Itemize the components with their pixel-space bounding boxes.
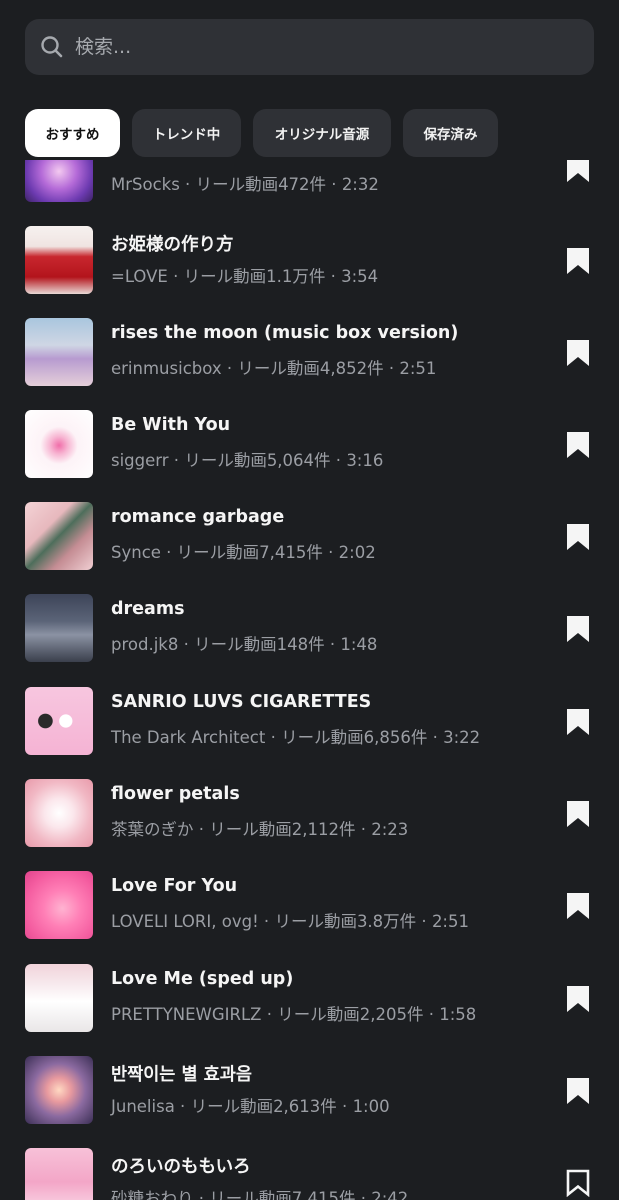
list-item[interactable]: SANRIO LUVS CIGARETTES The Dark Architec… [0,687,619,755]
album-art [25,502,93,570]
track-meta: =LOVE · リール動画1.1万件 · 3:54 [111,267,379,286]
track-title: rises the moon (music box version) [111,323,459,343]
track-title: 반짝이는 별 효과음 [111,1065,252,1085]
album-art [25,318,93,386]
track-title: SANRIO LUVS CIGARETTES [111,692,372,712]
track-meta: erinmusicbox · リール動画4,852件 · 2:51 [111,359,437,378]
album-art [25,779,93,847]
track-title: romance garbage [111,507,285,527]
search-icon [39,34,65,60]
album-art [25,1056,93,1124]
list-item[interactable]: 반짝이는 별 효과음 Junelisa · リール動画2,613件 · 1:00 [0,1056,619,1124]
album-art [25,1148,93,1200]
album-art [25,160,93,202]
search-input[interactable] [75,36,555,58]
track-meta: 茶葉のぎか · リール動画2,112件 · 2:23 [111,820,409,839]
track-meta: LOVELI LORI, ovg! · リール動画3.8万件 · 2:51 [111,912,469,931]
list-item[interactable]: のろいのももいろ 砂糖おわり · リール動画7,415件 · 2:42 [0,1148,619,1200]
tab-recommended[interactable]: おすすめ [25,109,120,157]
bookmark-filled-icon[interactable] [565,523,591,551]
track-meta: 砂糖おわり · リール動画7,415件 · 2:42 [111,1189,409,1200]
list-item[interactable]: romance garbage Synce · リール動画7,415件 · 2:… [0,502,619,570]
search-bar[interactable] [25,19,594,75]
bookmark-filled-icon[interactable] [565,615,591,643]
list-item[interactable]: MrSocks · リール動画472件 · 2:32 [0,160,619,202]
album-art [25,594,93,662]
track-meta: siggerr · リール動画5,064件 · 3:16 [111,451,384,470]
tab-trending[interactable]: トレンド中 [132,109,241,157]
list-item[interactable]: rises the moon (music box version) erinm… [0,318,619,386]
tab-original-audio[interactable]: オリジナル音源 [253,109,391,157]
track-title: dreams [111,599,185,619]
track-meta: The Dark Architect · リール動画6,856件 · 3:22 [111,728,481,747]
bookmark-filled-icon[interactable] [565,160,591,183]
bookmark-filled-icon[interactable] [565,1077,591,1105]
list-item[interactable]: お姫様の作り方 =LOVE · リール動画1.1万件 · 3:54 [0,226,619,294]
track-title: Be With You [111,415,231,435]
track-meta: Synce · リール動画7,415件 · 2:02 [111,543,376,562]
track-title: お姫様の作り方 [111,235,234,255]
album-art [25,226,93,294]
track-meta: prod.jk8 · リール動画148件 · 1:48 [111,635,378,654]
bookmark-filled-icon[interactable] [565,431,591,459]
bookmark-outline-icon[interactable] [565,1169,591,1198]
bookmark-filled-icon[interactable] [565,800,591,828]
album-art [25,687,93,755]
tab-saved[interactable]: 保存済み [403,109,498,157]
bookmark-filled-icon[interactable] [565,892,591,920]
list-item[interactable]: flower petals 茶葉のぎか · リール動画2,112件 · 2:23 [0,779,619,847]
bookmark-filled-icon[interactable] [565,985,591,1013]
album-art [25,410,93,478]
album-art [25,964,93,1032]
track-meta: MrSocks · リール動画472件 · 2:32 [111,175,379,194]
bookmark-filled-icon[interactable] [565,708,591,736]
album-art [25,871,93,939]
list-item[interactable]: Love Me (sped up) PRETTYNEWGIRLZ · リール動画… [0,964,619,1032]
track-title: flower petals [111,784,240,804]
track-meta: PRETTYNEWGIRLZ · リール動画2,205件 · 1:58 [111,1005,477,1024]
list-item[interactable]: Be With You siggerr · リール動画5,064件 · 3:16 [0,410,619,478]
bookmark-filled-icon[interactable] [565,247,591,275]
filter-tabs: おすすめ トレンド中 オリジナル音源 保存済み [25,109,498,157]
list-item[interactable]: dreams prod.jk8 · リール動画148件 · 1:48 [0,594,619,662]
bookmark-filled-icon[interactable] [565,339,591,367]
track-title: のろいのももいろ [111,1157,251,1177]
list-item[interactable]: Love For You LOVELI LORI, ovg! · リール動画3.… [0,871,619,939]
track-title: Love For You [111,876,238,896]
track-meta: Junelisa · リール動画2,613件 · 1:00 [111,1097,390,1116]
track-title: Love Me (sped up) [111,969,294,989]
track-list[interactable]: MrSocks · リール動画472件 · 2:32 お姫様の作り方 =LOVE… [0,160,619,1200]
